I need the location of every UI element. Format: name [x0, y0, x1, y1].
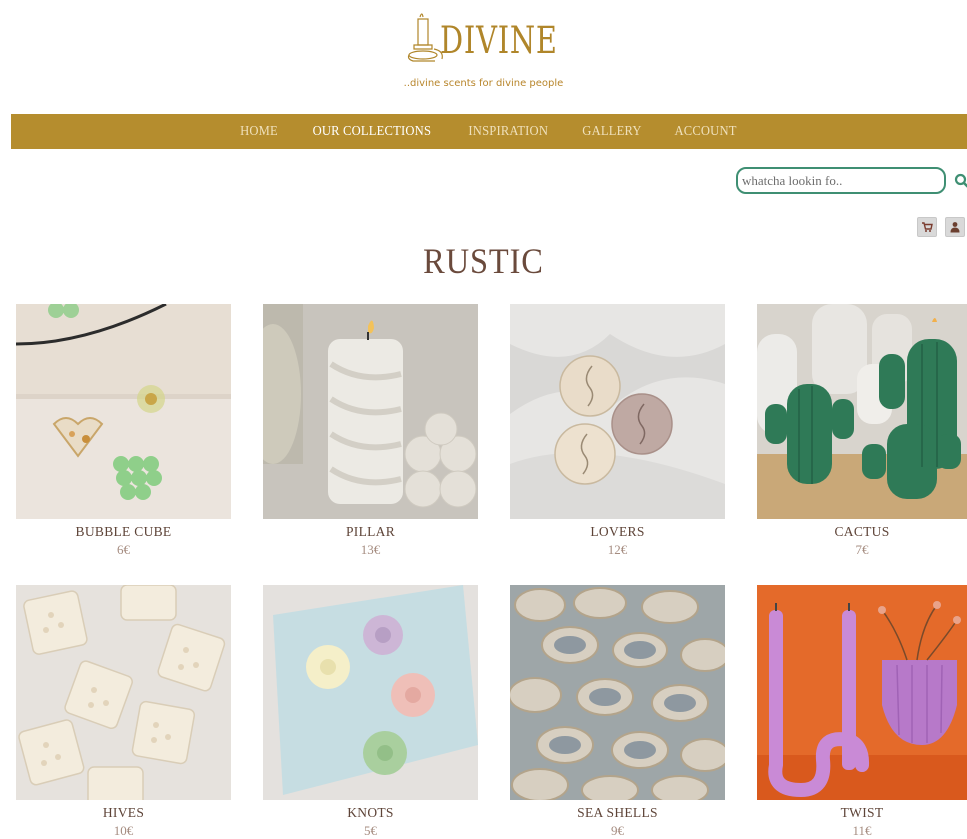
- product-card[interactable]: LOVERS 12€: [510, 304, 725, 558]
- product-image[interactable]: [263, 585, 478, 800]
- nav-gallery[interactable]: GALLERY: [582, 124, 641, 140]
- cart-button[interactable]: [917, 217, 937, 237]
- collection-title: RUSTIC: [423, 241, 544, 281]
- product-name[interactable]: TWIST: [757, 805, 967, 821]
- nav-our-collections[interactable]: OUR COLLECTIONS: [313, 124, 432, 140]
- product-name[interactable]: LOVERS: [510, 524, 725, 540]
- search-icon[interactable]: [954, 173, 967, 189]
- product-card[interactable]: TWIST 11€: [757, 585, 967, 839]
- product-image[interactable]: [16, 304, 231, 519]
- product-image[interactable]: [510, 585, 725, 800]
- site-logo[interactable]: DIVINE: [0, 6, 967, 66]
- product-image[interactable]: [757, 304, 967, 519]
- nav-home[interactable]: HOME: [240, 124, 278, 140]
- cart-icon: [922, 222, 933, 232]
- product-price: 12€: [607, 542, 628, 557]
- product-image[interactable]: [16, 585, 231, 800]
- search-bar: [736, 167, 967, 194]
- product-image[interactable]: [263, 304, 478, 519]
- product-name[interactable]: PILLAR: [263, 524, 478, 540]
- product-card[interactable]: PILLAR 13€: [263, 304, 478, 558]
- product-card[interactable]: CACTUS 7€: [757, 304, 967, 558]
- product-card[interactable]: BUBBLE CUBE 6€: [16, 304, 231, 558]
- nav-account[interactable]: ACCOUNT: [674, 124, 736, 140]
- product-card[interactable]: HIVES 10€: [16, 585, 231, 839]
- product-image[interactable]: [757, 585, 967, 800]
- product-card[interactable]: KNOTS 5€: [263, 585, 478, 839]
- product-price: 9€: [611, 823, 624, 838]
- product-price: 11€: [852, 823, 872, 838]
- user-icon: [950, 222, 960, 233]
- product-name[interactable]: SEA SHELLS: [510, 805, 725, 821]
- product-image[interactable]: [510, 304, 725, 519]
- nav-inspiration[interactable]: INSPIRATION: [469, 124, 549, 140]
- product-name[interactable]: CACTUS: [757, 524, 967, 540]
- brand-name: DIVINE: [439, 19, 558, 62]
- product-price: 10€: [113, 823, 134, 838]
- tagline: ..divine scents for divine people: [403, 78, 564, 89]
- product-name[interactable]: KNOTS: [263, 805, 478, 821]
- product-price: 7€: [855, 542, 869, 557]
- main-nav: HOME OUR COLLECTIONS INSPIRATION GALLERY…: [11, 114, 967, 149]
- product-price: 5€: [364, 823, 377, 838]
- product-price: 13€: [360, 542, 381, 557]
- product-name[interactable]: HIVES: [16, 805, 231, 821]
- product-name[interactable]: BUBBLE CUBE: [16, 524, 231, 540]
- product-price: 6€: [117, 542, 130, 557]
- product-card[interactable]: SEA SHELLS 9€: [510, 585, 725, 839]
- user-button[interactable]: [945, 217, 965, 237]
- search-input[interactable]: [736, 167, 946, 194]
